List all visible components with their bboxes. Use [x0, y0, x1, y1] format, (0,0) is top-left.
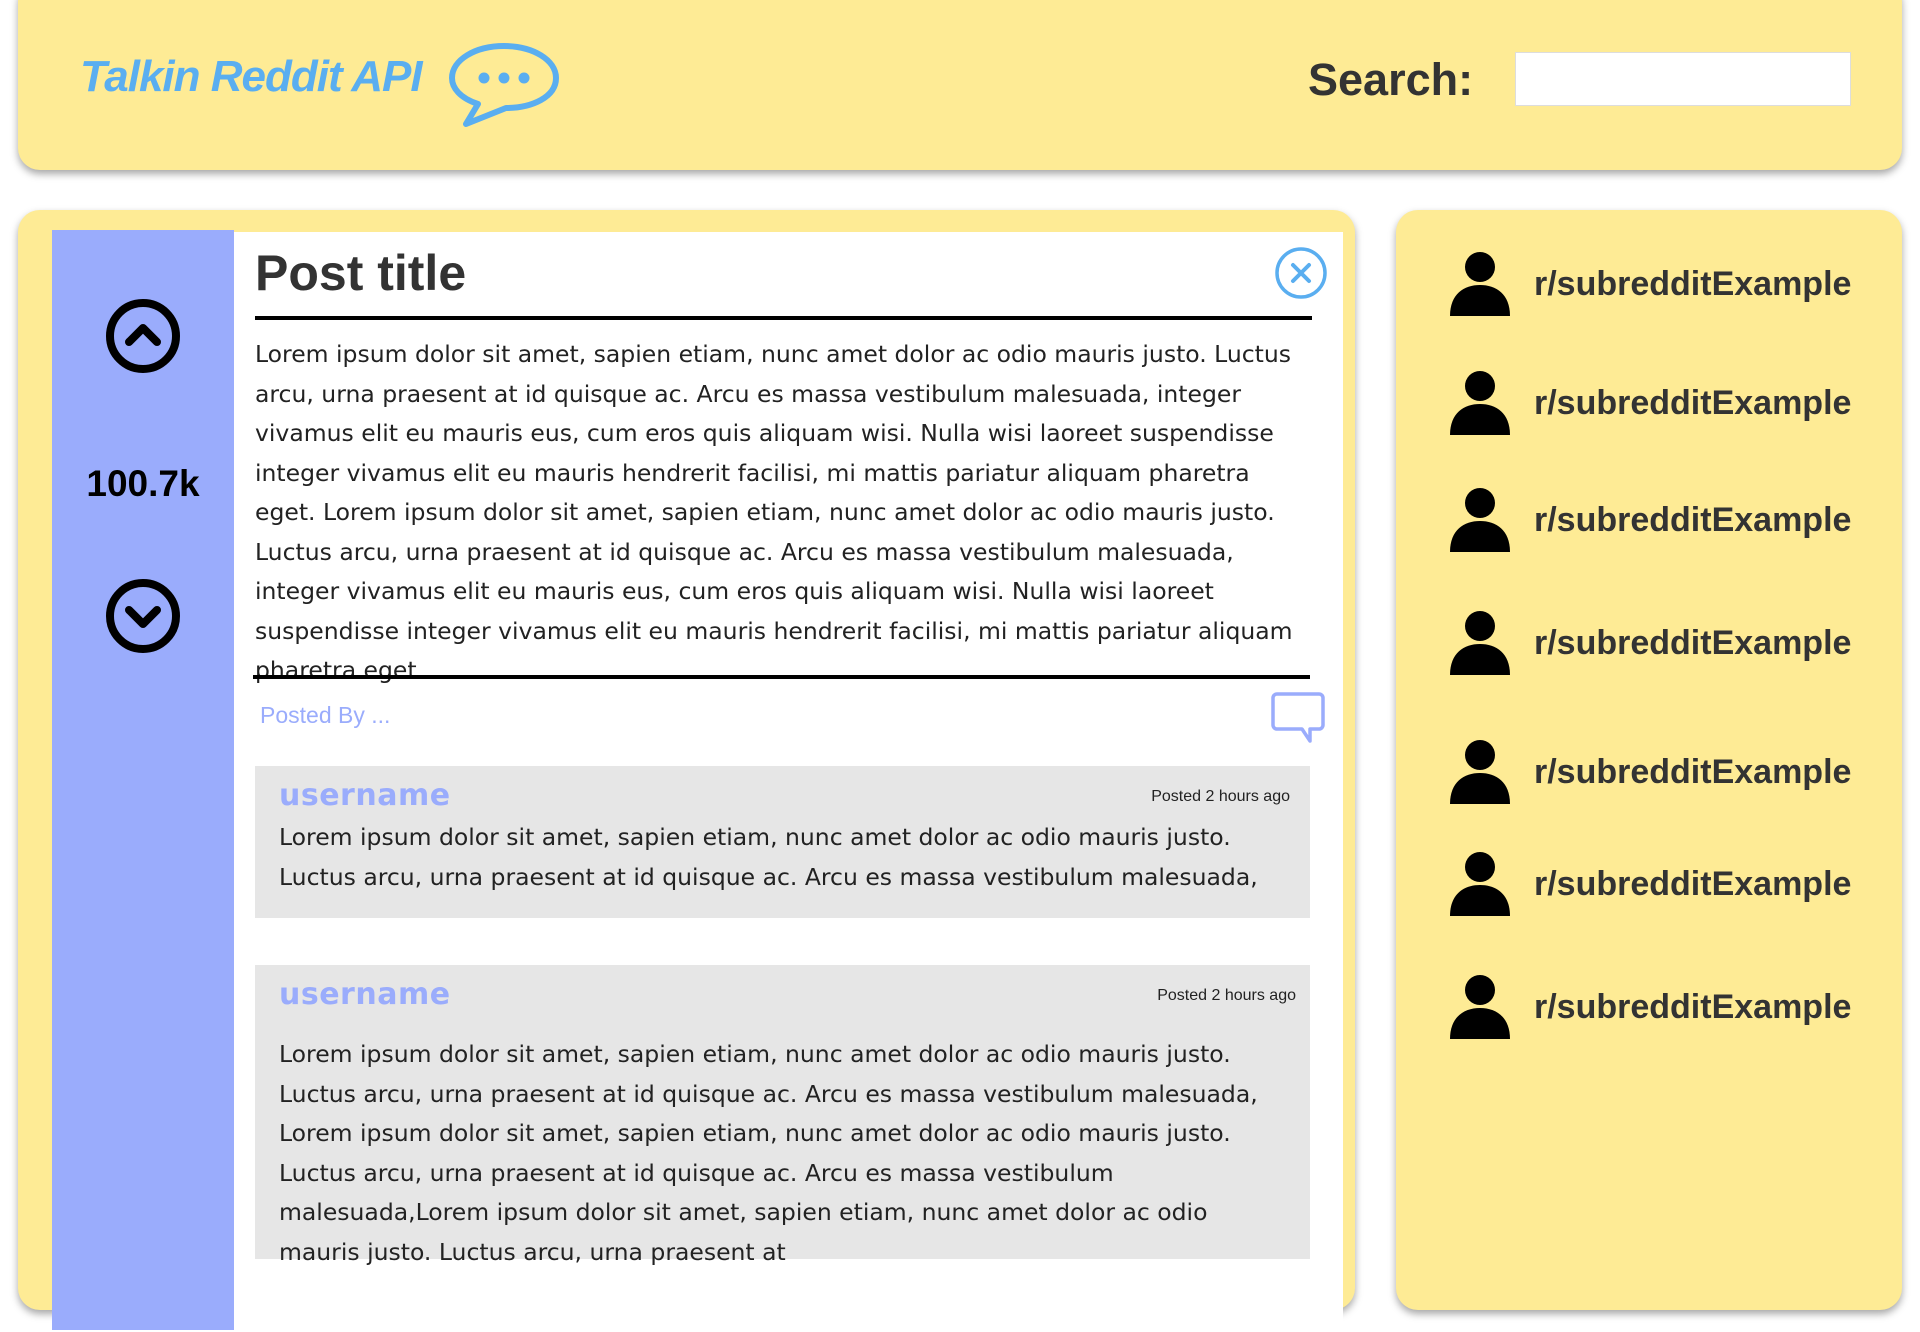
comment-username[interactable]: username [279, 778, 451, 813]
downvote-icon[interactable] [105, 578, 181, 654]
vote-column: 100.7k [52, 230, 234, 1330]
chat-bubble-dots-icon [449, 43, 559, 127]
sidebar-item-subreddit[interactable]: r/subredditExample [1446, 368, 1851, 438]
subreddit-name: r/subredditExample [1534, 264, 1852, 303]
sidebar-item-subreddit[interactable]: r/subredditExample [1446, 608, 1851, 678]
title-divider [255, 316, 1312, 320]
user-icon [1450, 611, 1510, 675]
subreddit-name: r/subredditExample [1534, 987, 1852, 1026]
comment-text: Lorem ipsum dolor sit amet, sapien etiam… [279, 823, 1258, 891]
comment: username Posted 2 hours ago Lorem ipsum … [255, 965, 1310, 1266]
post-panel: 100.7k Post title Lorem ipsum dolor sit … [18, 210, 1355, 1332]
sidebar-item-subreddit[interactable]: r/subredditExample [1446, 737, 1851, 807]
user-icon [1450, 975, 1510, 1039]
search-label: Search: [1308, 54, 1474, 105]
post-title: Post title [255, 245, 467, 301]
subreddit-name: r/subredditExample [1534, 500, 1852, 539]
comment-time: Posted 2 hours ago [1151, 788, 1290, 805]
search-input[interactable] [1515, 52, 1851, 106]
close-icon[interactable] [1274, 246, 1328, 300]
subreddit-name: r/subredditExample [1534, 623, 1852, 662]
sidebar-item-subreddit[interactable]: r/subredditExample [1446, 849, 1851, 919]
sidebar-item-subreddit[interactable]: r/subredditExample [1446, 485, 1851, 555]
user-icon [1450, 371, 1510, 435]
header: Talkin Reddit API Search: [18, 0, 1902, 170]
sidebar-item-subreddit[interactable]: r/subredditExample [1446, 972, 1851, 1042]
comment-text: Lorem ipsum dolor sit amet, sapien etiam… [279, 1040, 1258, 1266]
comment-username[interactable]: username [279, 977, 451, 1012]
subreddit-name: r/subredditExample [1534, 383, 1852, 422]
subreddit-sidebar: r/subredditExample r/subredditExample r/su… [1396, 210, 1902, 1310]
user-icon [1450, 852, 1510, 916]
sidebar-item-subreddit[interactable]: r/subredditExample [1446, 249, 1851, 319]
post-body: Lorem ipsum dolor sit amet, sapien etiam… [255, 340, 1293, 684]
post-content: Post title Lorem ipsum dolor sit amet, s… [234, 232, 1343, 1332]
logo-text[interactable]: Talkin Reddit API [80, 52, 423, 102]
user-icon [1450, 252, 1510, 316]
subreddit-name: r/subredditExample [1534, 864, 1852, 903]
comment-time: Posted 2 hours ago [1157, 987, 1296, 1004]
posted-by: Posted By ... [260, 702, 391, 728]
upvote-icon[interactable] [105, 298, 181, 374]
comment: username Posted 2 hours ago Lorem ipsum … [255, 766, 1310, 918]
comment-icon[interactable] [1270, 691, 1326, 747]
body-divider [253, 675, 1310, 679]
vote-score: 100.7k [86, 463, 200, 504]
user-icon [1450, 740, 1510, 804]
user-icon [1450, 488, 1510, 552]
subreddit-name: r/subredditExample [1534, 752, 1852, 791]
